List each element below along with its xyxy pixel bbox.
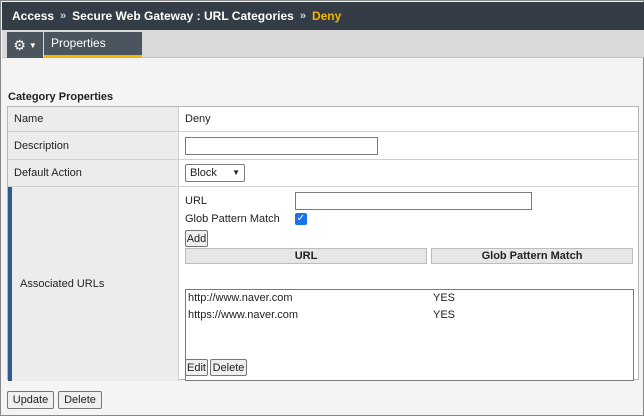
url-list-item-glob[interactable]: YES [433,309,455,321]
page-frame: Access » Secure Web Gateway : URL Catego… [0,0,644,416]
tab-bar: ⚙ ▼ Properties [2,30,644,58]
default-action-cell: Block ▼ [185,160,638,186]
section-title: Category Properties [8,91,114,103]
url-label: URL [185,195,208,207]
update-button[interactable]: Update [7,391,54,409]
default-action-row: Default Action Block ▼ [8,160,638,187]
checkmark-icon: ✓ [296,213,306,224]
default-action-value: Block [190,167,217,179]
name-value: Deny [185,113,211,125]
breadcrumb-item-current: Deny [311,9,342,23]
description-row: Description [8,132,638,160]
default-action-label: Default Action [8,160,179,186]
gear-icon: ⚙ [13,36,26,53]
breadcrumb: Access » Secure Web Gateway : URL Catego… [2,2,644,30]
breadcrumb-item-url-categories[interactable]: Secure Web Gateway : URL Categories [72,9,294,23]
url-input[interactable] [295,192,532,210]
url-list-item-glob[interactable]: YES [433,292,455,304]
default-action-select[interactable]: Block ▼ [185,164,245,182]
url-list-item-url[interactable]: https://www.naver.com [188,309,298,321]
glob-pattern-checkbox[interactable]: ✓ [295,213,307,225]
delete-category-button[interactable]: Delete [58,391,102,409]
associated-urls-row: Associated URLs URL Glob Pattern Match ✓… [8,187,638,381]
associated-urls-cell: URL Glob Pattern Match ✓ Add URL Glob Pa… [185,187,638,381]
breadcrumb-separator: » [299,10,306,22]
chevron-down-icon: ▼ [232,168,240,177]
gear-menu-button[interactable]: ⚙ ▼ [7,32,43,58]
name-row: Name Deny [8,107,638,132]
description-field[interactable] [185,137,378,155]
url-column-header: URL [185,248,427,264]
url-list[interactable]: http://www.naver.com YES https://www.nav… [185,289,634,381]
url-list-item-url[interactable]: http://www.naver.com [188,292,293,304]
breadcrumb-item-access[interactable]: Access [12,9,54,23]
tab-properties[interactable]: Properties [44,32,142,58]
name-label: Name [8,107,179,131]
associated-urls-label: Associated URLs [8,187,179,381]
description-cell [185,132,638,159]
description-label: Description [8,132,179,159]
delete-url-button[interactable]: Delete [210,359,247,376]
edit-url-button[interactable]: Edit [185,359,208,376]
glob-pattern-label: Glob Pattern Match [185,213,280,225]
properties-table: Name Deny Description Default Action Blo… [7,106,639,381]
add-url-button[interactable]: Add [185,230,208,247]
chevron-down-icon: ▼ [28,40,37,50]
glob-column-header: Glob Pattern Match [431,248,633,264]
breadcrumb-separator: » [60,10,67,22]
